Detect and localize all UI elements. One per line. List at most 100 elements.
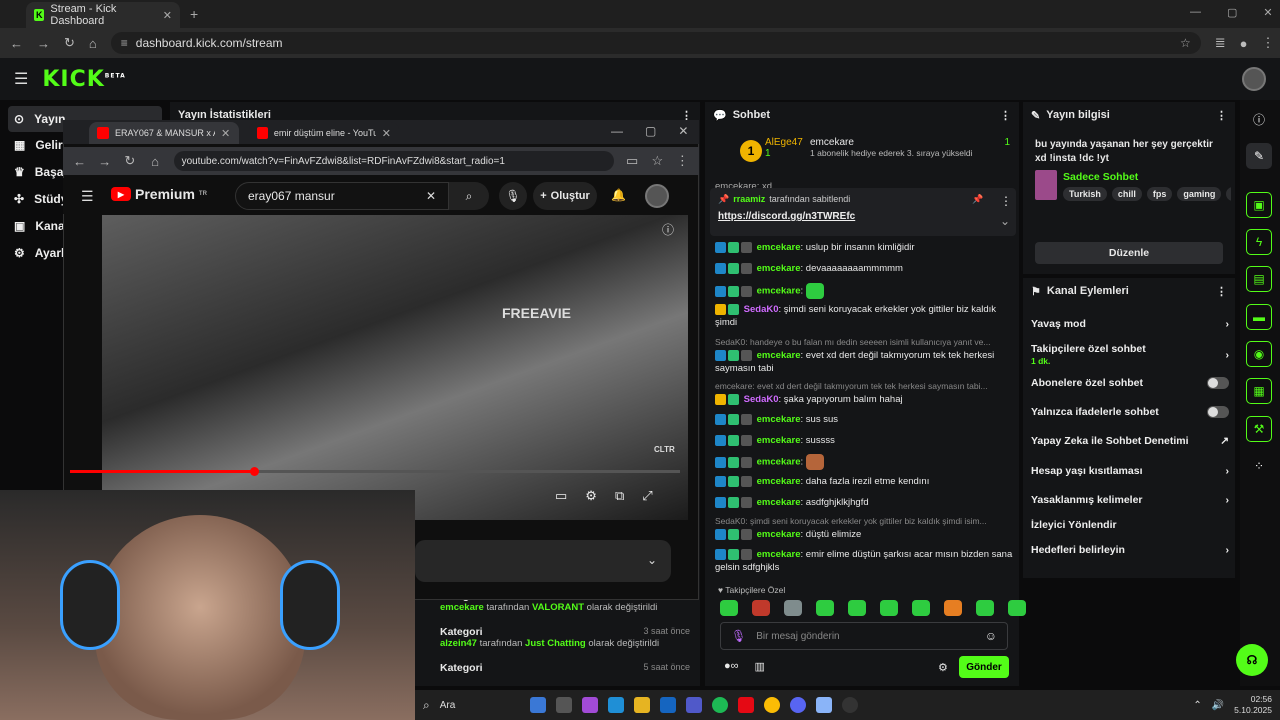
profile-icon[interactable]: ● [1240,36,1248,51]
action-ai-moderation[interactable]: Yapay Zeka ile Sohbet Denetimi ↗ [1031,435,1229,447]
tag[interactable]: gaming [1177,187,1222,201]
nav-item-basari[interactable]: ♛ Başarı [8,159,71,185]
volume-icon[interactable]: 🔊 [1212,700,1224,711]
emote-icon[interactable] [944,600,962,616]
send-button[interactable]: Gönder [959,656,1009,678]
chat-message[interactable]: SedaK0: şimdi seni koruyacak erkekler yo… [715,303,1015,329]
pinned-link[interactable]: https://discord.gg/n3TWREfc [718,211,855,222]
youtube-avatar[interactable] [645,184,669,208]
unpin-icon[interactable]: 📌 [972,194,983,205]
chat-bubble-icon[interactable]: ▬ [1246,304,1272,330]
layout-icon[interactable]: ▦ [1246,378,1272,404]
store-icon[interactable]: ▥ [755,660,765,673]
chat-message[interactable]: emcekare: uslup bir insanın kimliğidir [715,241,1015,254]
chat-message[interactable]: emcekare: evet xd dert değil takmıyorum … [715,380,1015,406]
nav-item-kanal[interactable]: ▣ Kanal [8,213,68,239]
video-progress-bar[interactable] [70,467,680,476]
info-icon[interactable]: ⓘ [1246,106,1272,132]
more-icon[interactable]: ⋮ [1000,109,1011,122]
reload-icon[interactable]: ↻ [123,153,136,169]
menu-icon[interactable]: ⋮ [1262,35,1275,51]
url-bar[interactable]: youtube.com/watch?v=FinAvFZdwi8&list=RDF… [173,151,614,171]
youtube-logo[interactable]: ▶ Premium TR [111,186,207,202]
chat-message[interactable]: emcekare: asdfghjklkjhgfd [715,496,1015,509]
obs-icon[interactable] [841,697,858,713]
tag[interactable]: fu [1226,187,1231,201]
action-raid[interactable]: İzleyici Yönlendir [1031,519,1229,531]
points-icon[interactable]: ●∞ [724,660,739,673]
create-button[interactable]: + Oluştur [533,182,597,210]
action-account-age[interactable]: Hesap yaşı kısıtlaması › [1031,465,1229,477]
chat-message[interactable]: emcekare: [715,283,1015,299]
spotify-icon[interactable] [711,697,728,713]
minimize-icon[interactable]: — [1190,6,1201,19]
action-slow-mode[interactable]: Yavaş mod › [1031,318,1229,330]
search-button[interactable]: ⌕ [449,182,489,210]
emote-icon[interactable] [784,600,802,616]
activity-user[interactable]: emcekare [440,602,484,613]
site-info-icon[interactable]: ≡ [121,36,128,50]
action-subscribers-only[interactable]: Abonelere özel sohbet [1031,377,1229,389]
close-tab-icon[interactable]: ✕ [221,127,230,140]
settings-icon[interactable]: ⚙ [585,488,597,504]
emote-icon[interactable] [880,600,898,616]
youtube-tab-2[interactable]: emir düştüm eline - YouTube ✕ [249,122,399,144]
app-icon[interactable] [815,697,832,713]
chat-message[interactable]: emcekare: sus sus [715,413,1015,426]
emotes-only-toggle[interactable] [1207,406,1229,418]
emoji-icon[interactable]: ☺ [985,629,997,643]
url-bar[interactable]: ≡ dashboard.kick.com/stream ☆ [110,32,1201,54]
tag[interactable]: chill [1111,187,1142,201]
action-emotes-only[interactable]: Yalnızca ifadelerle sohbet [1031,406,1229,418]
chat-message[interactable]: emcekare: devaaaaaaaammmmm [715,262,1015,275]
chevron-down-icon[interactable]: ⌄ [647,553,657,567]
close-window-icon[interactable]: ✕ [1263,6,1272,19]
edit-icon[interactable]: ✎ [1246,143,1272,169]
bookmark-star-icon[interactable]: ☆ [651,153,664,169]
pinned-by-user[interactable]: rraamiz [733,194,765,205]
activity-user[interactable]: alzein47 [440,638,477,649]
chat-message[interactable]: emcekare: sussss [715,434,1015,447]
chrome-icon[interactable] [763,697,780,713]
chat-settings-icon[interactable]: ⚙ [938,661,948,674]
more-icon[interactable]: ⋮ [1216,109,1227,122]
back-icon[interactable]: ← [73,154,86,169]
emote-icon[interactable] [848,600,866,616]
task-view-icon[interactable] [555,697,572,713]
clip-icon[interactable]: ▣ [1246,192,1272,218]
chat-input[interactable]: 🎙 Bir mesaj gönderin ☺ [720,622,1008,650]
miniplayer-icon[interactable]: ⧉ [615,488,624,504]
home-icon[interactable]: ⌂ [89,36,97,51]
emote-icon[interactable] [752,600,770,616]
forward-icon[interactable]: → [98,154,111,169]
copilot-icon[interactable] [581,697,598,713]
chat-message[interactable]: SedaK0: şimdi seni koruyacak erkekler yo… [715,515,1015,541]
poll-icon[interactable]: ▤ [1246,266,1272,292]
search-icon[interactable]: ⌕ [423,698,430,713]
subscribers-only-toggle[interactable] [1207,377,1229,389]
progress-handle[interactable] [250,467,259,476]
hamburger-menu-icon[interactable]: ☰ [81,188,94,205]
outlook-icon[interactable] [659,697,676,713]
emote-icon[interactable] [720,600,738,616]
broadcast-icon[interactable]: ◉ [1246,341,1272,367]
netflix-icon[interactable] [737,697,754,713]
kick-logo[interactable]: KICKBETA [42,67,125,92]
action-followers-only[interactable]: Takipçilere özel sohbet 1 dk. › [1031,343,1229,367]
chevron-down-icon[interactable]: ⌄ [1000,214,1010,228]
clear-search-icon[interactable]: ✕ [426,189,436,203]
edit-button[interactable]: Düzenle [1035,242,1223,264]
back-icon[interactable]: ← [10,36,23,51]
emote-icon[interactable] [912,600,930,616]
fullscreen-icon[interactable]: ⤢ [642,488,652,504]
forward-icon[interactable]: → [37,36,50,51]
nav-item-gelir[interactable]: ▦ Gelir [8,132,63,158]
playlist-icon[interactable]: ≣ [1215,35,1226,51]
emote-icon[interactable] [816,600,834,616]
new-tab-icon[interactable]: + [190,6,198,22]
maximize-icon[interactable]: ▢ [645,124,656,138]
activity-category[interactable]: VALORANT [532,602,584,613]
notification-bell-icon[interactable]: 🔔 [611,188,626,202]
minimize-icon[interactable]: — [611,124,623,138]
bookmark-star-icon[interactable]: ☆ [1180,36,1191,50]
